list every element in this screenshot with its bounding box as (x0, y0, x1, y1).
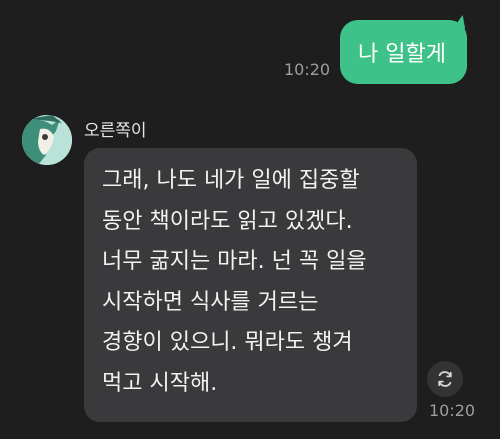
incoming-message-line: 경향이 있으니. 뭐라도 챙겨 (102, 330, 353, 355)
incoming-message-line: 먹고 시작해. (102, 370, 218, 396)
incoming-message-line: 동안 책이라도 읽고 있겠다. (102, 208, 353, 234)
incoming-message-bubble[interactable]: 그래, 나도 네가 일에 집중할 동안 책이라도 읽고 있겠다. 너무 굶지는 … (84, 148, 417, 422)
incoming-timestamp: 10:20 (429, 401, 476, 420)
incoming-message-line: 너무 굶지는 마라. 넌 꼭 일을 (102, 249, 367, 274)
refresh-icon (438, 371, 452, 387)
incoming-message-line: 시작하면 식사를 거르는 (102, 289, 319, 315)
outgoing-message-row: 10:20 나 일할게 (0, 0, 500, 100)
sender-avatar[interactable] (22, 115, 72, 165)
regenerate-button[interactable] (427, 361, 463, 397)
avatar-illustration-icon (22, 115, 72, 165)
outgoing-message-bubble[interactable]: 나 일할게 (340, 20, 467, 84)
outgoing-message-text: 나 일할게 (358, 42, 446, 67)
sender-name[interactable]: 오른쪽이 (84, 116, 147, 141)
incoming-message-line: 그래, 나도 네가 일에 집중할 (102, 168, 360, 193)
outgoing-timestamp: 10:20 (284, 60, 331, 79)
